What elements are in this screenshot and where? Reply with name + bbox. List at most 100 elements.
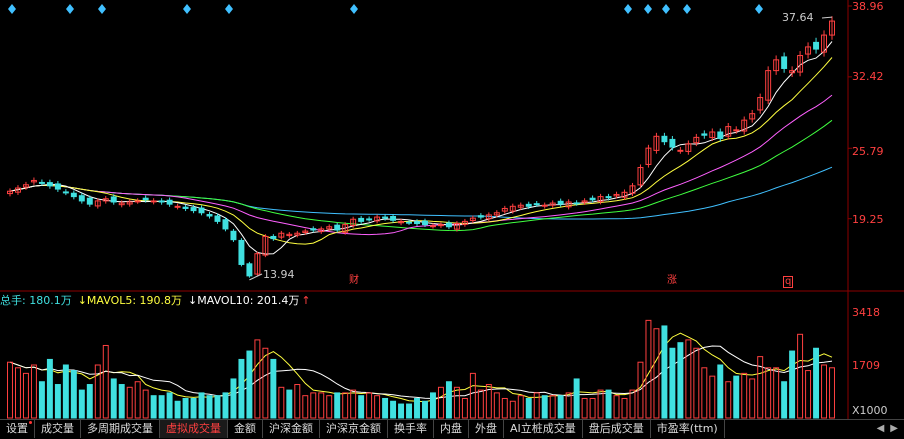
candle-body [222,219,229,230]
volume-bar [382,397,389,419]
kline-chart[interactable] [0,0,904,438]
volume-bar [437,386,444,419]
candle-body [110,196,117,203]
low-price-label: 13.94 [263,268,295,281]
volume-tick-top: 3418 [852,306,880,319]
volume-bar [477,389,484,419]
volume-bar [493,392,500,419]
volume-bar [334,392,341,419]
candle-body [429,225,436,228]
candle-body [605,196,612,199]
candle-body [230,230,237,241]
candle-body [310,228,317,231]
high-leader-line [821,16,833,19]
price-tick-4: 19.25 [852,213,884,226]
event-marker-cai[interactable]: 财 [348,276,360,286]
tab-multi-period-volume[interactable]: 多周期成交量 [81,420,160,438]
volume-bar [78,389,85,419]
ma30-line [9,119,833,232]
candle-body [406,221,413,224]
volume-bar [693,347,700,419]
tab-inner-volume[interactable]: 内盘 [434,420,469,438]
volume-bar [206,395,213,419]
volume-bar [661,325,668,419]
volume-bars [7,319,835,419]
high-price-label: 37.64 [782,11,814,24]
volume-bar [286,389,293,419]
event-marker-zhang[interactable]: 涨 [666,276,678,286]
price-tick-top: 38.96 [852,0,884,13]
volume-bar [350,389,357,419]
tab-after-hours-volume[interactable]: 盘后成交量 [583,420,651,438]
volume-bar [238,358,245,419]
candle-body [182,206,189,209]
volume-bar [725,381,732,419]
candle-body [70,192,77,198]
candle-body [589,197,596,201]
volume-bar [406,403,413,419]
volume-bar [469,372,476,419]
volume-bar [46,358,53,419]
volume-bar [14,367,21,419]
volume-bar [62,364,69,419]
event-diamond-icon [225,4,233,14]
volume-bar [22,372,29,419]
tab-volume[interactable]: 成交量 [35,420,81,438]
candle-body [781,56,788,69]
tab-hsj-amount[interactable]: 沪深京金额 [320,420,388,438]
volume-legend: 总手: 180.1万 ↓MAVOL5: 190.8万 ↓MAVOL10: 201… [0,292,311,308]
tab-outer-volume[interactable]: 外盘 [469,420,504,438]
candle-body [190,207,197,212]
candle-body [382,216,389,219]
candle-body [334,224,341,231]
volume-bar [166,392,173,419]
candle-body [525,203,532,207]
volume-bar [86,384,93,419]
tab-hs-amount[interactable]: 沪深金额 [263,420,320,438]
chart-grid [0,0,904,419]
volume-bar [781,381,788,419]
mavol10-line [9,345,833,400]
volume-bar [613,395,620,419]
volume-bar [749,378,756,419]
candle-body [38,181,45,184]
volume-bar [685,339,692,419]
tab-amount[interactable]: 金额 [228,420,263,438]
candle-body [701,133,708,136]
event-diamond-icon [183,4,191,14]
candle-body [54,183,61,190]
volume-bar [565,392,572,419]
volume-bar [358,395,365,419]
tab-virtual-volume[interactable]: 虚拟成交量 [160,420,228,438]
ma20-line [9,94,833,236]
volume-tick-mid: 1709 [852,359,880,372]
candle-body [358,217,365,222]
tab-prev-icon[interactable]: ◀ [877,420,885,439]
volume-bar [805,370,812,419]
volume-bar [294,384,301,419]
volume-bar [262,347,269,419]
candle-body [422,220,428,226]
candle-body [661,135,668,143]
volume-bar [573,378,580,419]
volume-bar [134,381,141,419]
tab-pe-ttm[interactable]: 市盈率(ttm) [651,420,725,438]
candle-body [677,149,684,152]
tab-next-icon[interactable]: ▶ [890,420,898,439]
volume-bar [765,367,772,419]
tab-settings[interactable]: 设置 [0,420,35,438]
event-marker-q[interactable]: q [783,276,794,288]
event-diamond-icon [624,4,632,14]
volume-unit: X1000 [852,404,888,417]
volume-bar [54,384,61,419]
volume-bar [717,364,724,419]
volume-bar [669,347,676,419]
volume-bar [461,397,468,419]
tab-turnover[interactable]: 换手率 [388,420,434,438]
volume-bar [38,381,45,419]
volume-bar [677,342,684,419]
ma5-line [9,41,833,255]
volume-bar [509,400,516,419]
tab-ai-volume[interactable]: AI立桩成交量 [504,420,583,438]
volume-bar [126,386,133,419]
